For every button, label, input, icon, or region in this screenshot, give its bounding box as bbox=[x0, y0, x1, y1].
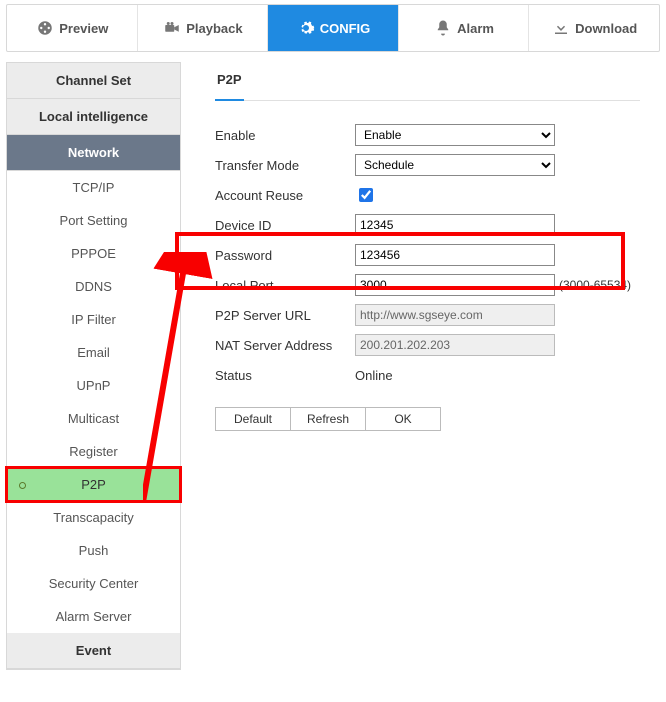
tab-label: Preview bbox=[59, 21, 108, 36]
label-password: Password bbox=[215, 248, 355, 263]
label-p2p-server-url: P2P Server URL bbox=[215, 308, 355, 323]
input-p2p-server-url bbox=[355, 304, 555, 326]
film-reel-icon bbox=[35, 18, 55, 38]
tab-config[interactable]: CONFIG bbox=[268, 5, 399, 51]
label-device-id: Device ID bbox=[215, 218, 355, 233]
page-title: P2P bbox=[215, 62, 244, 101]
tab-label: Download bbox=[575, 21, 637, 36]
sidebar-item-multicast[interactable]: Multicast bbox=[7, 402, 180, 435]
sidebar-item-transcapacity[interactable]: Transcapacity bbox=[7, 501, 180, 534]
input-nat-server bbox=[355, 334, 555, 356]
sidebar-item-port-setting[interactable]: Port Setting bbox=[7, 204, 180, 237]
top-tabs: Preview Playback CONFIG Alarm Download bbox=[6, 4, 660, 52]
input-password[interactable] bbox=[355, 244, 555, 266]
label-transfer-mode: Transfer Mode bbox=[215, 158, 355, 173]
sidebar-item-pppoe[interactable]: PPPOE bbox=[7, 237, 180, 270]
tab-label: Alarm bbox=[457, 21, 494, 36]
sidebar-item-email[interactable]: Email bbox=[7, 336, 180, 369]
ok-button[interactable]: OK bbox=[365, 407, 441, 431]
tab-label: CONFIG bbox=[320, 21, 371, 36]
tab-alarm[interactable]: Alarm bbox=[399, 5, 530, 51]
input-device-id[interactable] bbox=[355, 214, 555, 236]
sidebar-section-network[interactable]: Network bbox=[7, 135, 180, 171]
tab-label: Playback bbox=[186, 21, 242, 36]
sidebar-item-p2p[interactable]: P2P bbox=[7, 468, 180, 501]
sidebar-item-push[interactable]: Push bbox=[7, 534, 180, 567]
sidebar-item-register[interactable]: Register bbox=[7, 435, 180, 468]
label-nat-server: NAT Server Address bbox=[215, 338, 355, 353]
sidebar-items: TCP/IP Port Setting PPPOE DDNS IP Filter… bbox=[7, 171, 180, 633]
gear-icon bbox=[296, 18, 316, 38]
sidebar-section-channel-set[interactable]: Channel Set bbox=[7, 63, 180, 99]
sidebar-item-alarm-server[interactable]: Alarm Server bbox=[7, 600, 180, 633]
sidebar-section-event[interactable]: Event bbox=[7, 633, 180, 669]
label-status: Status bbox=[215, 368, 355, 383]
input-local-port[interactable] bbox=[355, 274, 555, 296]
sidebar-item-ip-filter[interactable]: IP Filter bbox=[7, 303, 180, 336]
select-enable[interactable]: Enable bbox=[355, 124, 555, 146]
sidebar-item-ddns[interactable]: DDNS bbox=[7, 270, 180, 303]
bell-icon bbox=[433, 18, 453, 38]
sidebar-section-local-intelligence[interactable]: Local intelligence bbox=[7, 99, 180, 135]
tab-preview[interactable]: Preview bbox=[7, 5, 138, 51]
download-icon bbox=[551, 18, 571, 38]
checkbox-account-reuse[interactable] bbox=[359, 188, 373, 202]
tab-download[interactable]: Download bbox=[529, 5, 659, 51]
select-transfer-mode[interactable]: Schedule bbox=[355, 154, 555, 176]
label-local-port: Local Port bbox=[215, 278, 355, 293]
p2p-form: Enable Enable Transfer Mode Schedule Acc… bbox=[215, 123, 640, 431]
refresh-button[interactable]: Refresh bbox=[290, 407, 366, 431]
tab-playback[interactable]: Playback bbox=[138, 5, 269, 51]
content-panel: P2P Enable Enable Transfer Mode Schedule… bbox=[181, 62, 660, 431]
camcorder-icon bbox=[162, 18, 182, 38]
sidebar-item-security-center[interactable]: Security Center bbox=[7, 567, 180, 600]
value-status: Online bbox=[355, 368, 393, 383]
sidebar-item-tcpip[interactable]: TCP/IP bbox=[7, 171, 180, 204]
default-button[interactable]: Default bbox=[215, 407, 291, 431]
hint-local-port-range: (3000-65534) bbox=[559, 278, 631, 292]
sidebar-item-upnp[interactable]: UPnP bbox=[7, 369, 180, 402]
label-enable: Enable bbox=[215, 128, 355, 143]
label-account-reuse: Account Reuse bbox=[215, 188, 355, 203]
sidebar: Channel Set Local intelligence Network T… bbox=[6, 62, 181, 670]
